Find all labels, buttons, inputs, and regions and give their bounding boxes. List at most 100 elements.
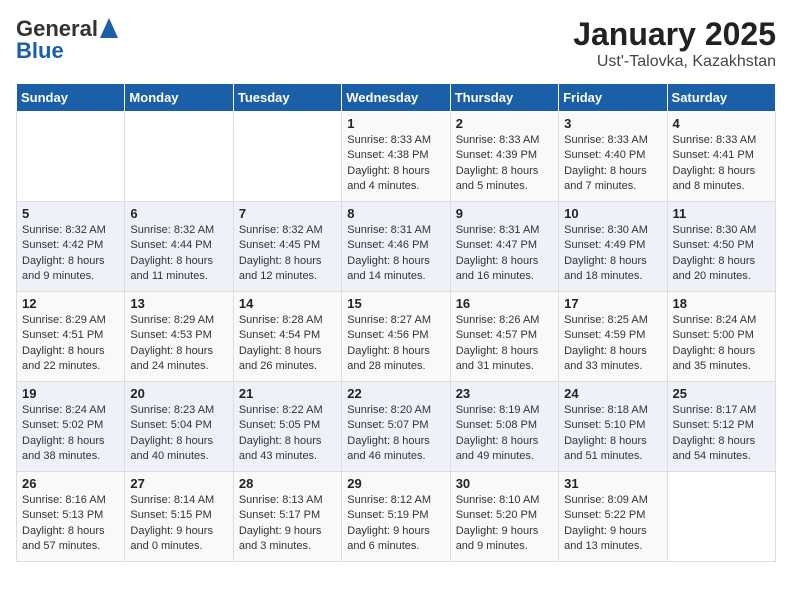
page-header: General Blue January 2025 Ust'-Talovka, … (16, 16, 776, 71)
day-info: Sunrise: 8:25 AMSunset: 4:59 PMDaylight:… (564, 314, 648, 372)
calendar-cell: 12Sunrise: 8:29 AMSunset: 4:51 PMDayligh… (17, 292, 125, 382)
calendar-cell (125, 112, 233, 202)
calendar-cell: 10 Sunrise: 8:30 AMSunset: 4:49 PMDayligh… (559, 202, 667, 292)
day-info: Sunrise: 8:13 AMSunset: 5:17 PMDaylight:… (239, 494, 323, 552)
day-info: Sunrise: 8:32 AMSunset: 4:45 PMDaylight:… (239, 224, 323, 282)
day-number: 3 (564, 116, 661, 131)
calendar-cell: 24Sunrise: 8:18 AMSunset: 5:10 PMDayligh… (559, 382, 667, 472)
day-info: Sunrise: 8:29 AMSunset: 4:51 PMDaylight:… (22, 314, 106, 372)
calendar-cell: 16 Sunrise: 8:26 AMSunset: 4:57 PMDayligh… (450, 292, 558, 382)
day-info: Sunrise: 8:28 AMSunset: 4:54 PMDaylight:… (239, 314, 323, 372)
day-number: 8 (347, 206, 444, 221)
day-info: Sunrise: 8:32 AMSunset: 4:42 PMDaylight:… (22, 224, 106, 282)
column-header-wednesday: Wednesday (342, 84, 450, 112)
calendar-cell: 28 Sunrise: 8:13 AMSunset: 5:17 PMDayligh… (233, 472, 341, 562)
calendar-header-row: SundayMondayTuesdayWednesdayThursdayFrid… (17, 84, 776, 112)
day-info: Sunrise: 8:31 AMSunset: 4:46 PMDaylight:… (347, 224, 431, 282)
day-number: 23 (456, 386, 553, 401)
day-number: 15 (347, 296, 444, 311)
day-info: Sunrise: 8:32 AMSunset: 4:44 PMDaylight:… (130, 224, 214, 282)
day-info: Sunrise: 8:26 AMSunset: 4:57 PMDaylight:… (456, 314, 540, 372)
calendar-cell: 30 Sunrise: 8:10 AMSunset: 5:20 PMDayligh… (450, 472, 558, 562)
day-number: 4 (673, 116, 770, 131)
calendar-cell: 21 Sunrise: 8:22 AMSunset: 5:05 PMDayligh… (233, 382, 341, 472)
calendar-cell: 23Sunrise: 8:19 AMSunset: 5:08 PMDayligh… (450, 382, 558, 472)
day-info: Sunrise: 8:33 AMSunset: 4:38 PMDaylight:… (347, 134, 431, 192)
day-number: 21 (239, 386, 336, 401)
day-number: 18 (673, 296, 770, 311)
calendar-cell: 17 Sunrise: 8:25 AMSunset: 4:59 PMDayligh… (559, 292, 667, 382)
calendar-cell: 7 Sunrise: 8:32 AMSunset: 4:45 PMDaylight… (233, 202, 341, 292)
day-info: Sunrise: 8:31 AMSunset: 4:47 PMDaylight:… (456, 224, 540, 282)
calendar-cell: 4Sunrise: 8:33 AMSunset: 4:41 PMDaylight… (667, 112, 775, 202)
calendar-table: SundayMondayTuesdayWednesdayThursdayFrid… (16, 83, 776, 562)
day-info: Sunrise: 8:29 AMSunset: 4:53 PMDaylight:… (130, 314, 214, 372)
day-number: 30 (456, 476, 553, 491)
calendar-cell (667, 472, 775, 562)
day-number: 13 (130, 296, 227, 311)
logo-triangle-icon (100, 18, 118, 38)
calendar-cell: 19Sunrise: 8:24 AMSunset: 5:02 PMDayligh… (17, 382, 125, 472)
calendar-cell: 3 Sunrise: 8:33 AMSunset: 4:40 PMDaylight… (559, 112, 667, 202)
calendar-cell: 20 Sunrise: 8:23 AMSunset: 5:04 PMDayligh… (125, 382, 233, 472)
day-number: 20 (130, 386, 227, 401)
calendar-cell: 6Sunrise: 8:32 AMSunset: 4:44 PMDaylight… (125, 202, 233, 292)
calendar-cell: 1 Sunrise: 8:33 AMSunset: 4:38 PMDaylight… (342, 112, 450, 202)
calendar-cell: 15 Sunrise: 8:27 AMSunset: 4:56 PMDayligh… (342, 292, 450, 382)
day-info: Sunrise: 8:27 AMSunset: 4:56 PMDaylight:… (347, 314, 431, 372)
day-number: 2 (456, 116, 553, 131)
calendar-cell: 25Sunrise: 8:17 AMSunset: 5:12 PMDayligh… (667, 382, 775, 472)
calendar-subtitle: Ust'-Talovka, Kazakhstan (573, 53, 776, 71)
calendar-cell: 8 Sunrise: 8:31 AMSunset: 4:46 PMDaylight… (342, 202, 450, 292)
day-info: Sunrise: 8:17 AMSunset: 5:12 PMDaylight:… (673, 404, 757, 462)
day-info: Sunrise: 8:16 AMSunset: 5:13 PMDaylight:… (22, 494, 106, 552)
calendar-cell: 29 Sunrise: 8:12 AMSunset: 5:19 PMDayligh… (342, 472, 450, 562)
day-number: 26 (22, 476, 119, 491)
week-row-4: 19Sunrise: 8:24 AMSunset: 5:02 PMDayligh… (17, 382, 776, 472)
column-header-saturday: Saturday (667, 84, 775, 112)
calendar-cell: 22Sunrise: 8:20 AMSunset: 5:07 PMDayligh… (342, 382, 450, 472)
day-number: 5 (22, 206, 119, 221)
calendar-cell: 27Sunrise: 8:14 AMSunset: 5:15 PMDayligh… (125, 472, 233, 562)
calendar-cell: 14 Sunrise: 8:28 AMSunset: 4:54 PMDayligh… (233, 292, 341, 382)
calendar-cell: 13 Sunrise: 8:29 AMSunset: 4:53 PMDayligh… (125, 292, 233, 382)
calendar-cell: 5 Sunrise: 8:32 AMSunset: 4:42 PMDaylight… (17, 202, 125, 292)
day-info: Sunrise: 8:24 AMSunset: 5:00 PMDaylight:… (673, 314, 757, 372)
week-row-1: 1 Sunrise: 8:33 AMSunset: 4:38 PMDaylight… (17, 112, 776, 202)
day-number: 31 (564, 476, 661, 491)
day-info: Sunrise: 8:10 AMSunset: 5:20 PMDaylight:… (456, 494, 540, 552)
day-number: 14 (239, 296, 336, 311)
day-info: Sunrise: 8:23 AMSunset: 5:04 PMDaylight:… (130, 404, 214, 462)
calendar-cell: 18 Sunrise: 8:24 AMSunset: 5:00 PMDayligh… (667, 292, 775, 382)
day-info: Sunrise: 8:30 AMSunset: 4:49 PMDaylight:… (564, 224, 648, 282)
calendar-cell (233, 112, 341, 202)
logo: General Blue (16, 16, 118, 64)
day-number: 11 (673, 206, 770, 221)
day-number: 28 (239, 476, 336, 491)
column-header-monday: Monday (125, 84, 233, 112)
day-info: Sunrise: 8:14 AMSunset: 5:15 PMDaylight:… (130, 494, 214, 552)
day-number: 17 (564, 296, 661, 311)
day-number: 16 (456, 296, 553, 311)
calendar-title: January 2025 (573, 16, 776, 53)
day-info: Sunrise: 8:12 AMSunset: 5:19 PMDaylight:… (347, 494, 431, 552)
day-info: Sunrise: 8:30 AMSunset: 4:50 PMDaylight:… (673, 224, 757, 282)
calendar-cell: 2 Sunrise: 8:33 AMSunset: 4:39 PMDaylight… (450, 112, 558, 202)
day-info: Sunrise: 8:22 AMSunset: 5:05 PMDaylight:… (239, 404, 323, 462)
day-info: Sunrise: 8:33 AMSunset: 4:40 PMDaylight:… (564, 134, 648, 192)
calendar-cell: 11 Sunrise: 8:30 AMSunset: 4:50 PMDayligh… (667, 202, 775, 292)
day-number: 1 (347, 116, 444, 131)
day-number: 9 (456, 206, 553, 221)
day-info: Sunrise: 8:09 AMSunset: 5:22 PMDaylight:… (564, 494, 648, 552)
column-header-friday: Friday (559, 84, 667, 112)
calendar-cell: 31 Sunrise: 8:09 AMSunset: 5:22 PMDayligh… (559, 472, 667, 562)
day-number: 7 (239, 206, 336, 221)
day-number: 24 (564, 386, 661, 401)
week-row-5: 26 Sunrise: 8:16 AMSunset: 5:13 PMDayligh… (17, 472, 776, 562)
day-number: 10 (564, 206, 661, 221)
day-number: 29 (347, 476, 444, 491)
calendar-cell (17, 112, 125, 202)
column-header-tuesday: Tuesday (233, 84, 341, 112)
day-info: Sunrise: 8:33 AMSunset: 4:39 PMDaylight:… (456, 134, 540, 192)
calendar-cell: 9 Sunrise: 8:31 AMSunset: 4:47 PMDaylight… (450, 202, 558, 292)
